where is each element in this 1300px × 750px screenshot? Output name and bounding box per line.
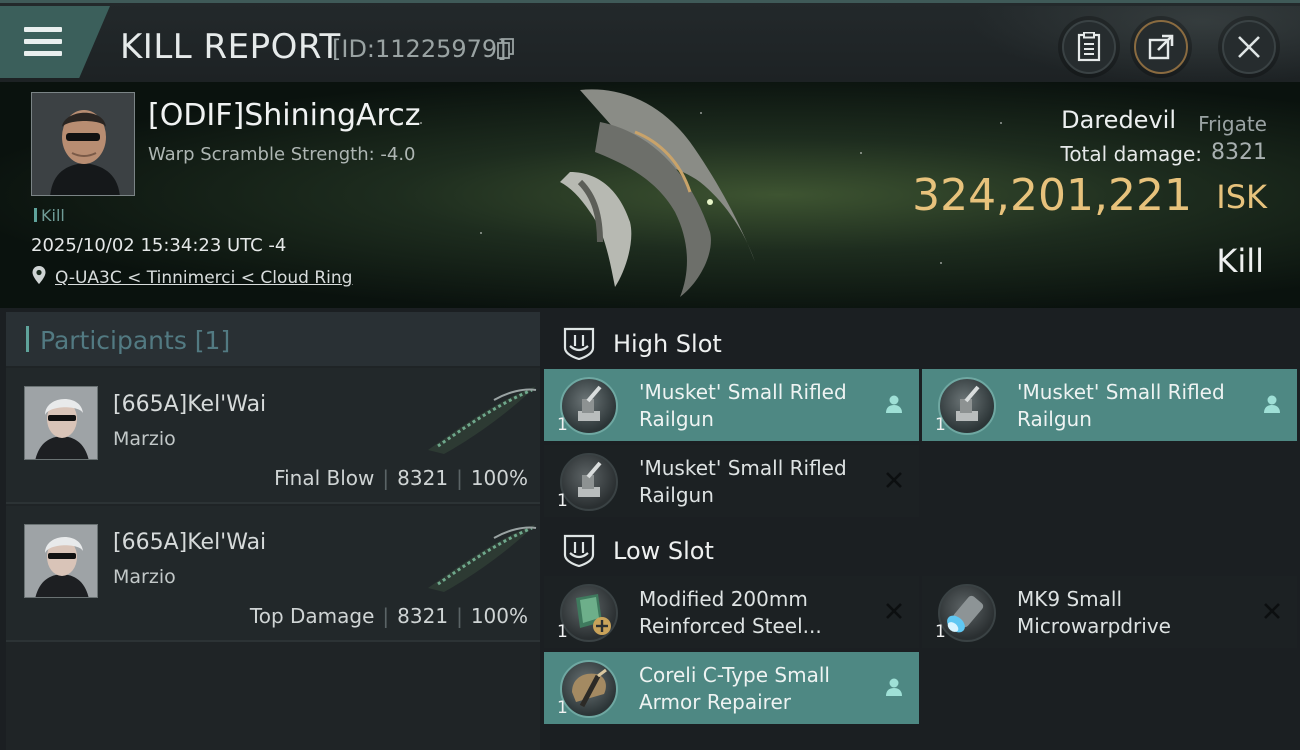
participants-title: Participants [1] (40, 326, 231, 355)
module-name: 'Musket' Small Rifled Railgun (639, 380, 847, 431)
victim-name[interactable]: [ODIF]ShiningArcz (148, 98, 420, 133)
module-item[interactable]: 1 'Musket' Small Rifled Railgun (544, 445, 919, 517)
module-item[interactable]: 1 Coreli C-Type Small Armor Repairer (544, 652, 919, 724)
fitting-panel: High Slot 1 'Musket' Small Rifled Railgu… (544, 312, 1300, 750)
participant-ship-image (428, 386, 537, 454)
module-item[interactable]: 1 'Musket' Small Rifled Railgun (544, 369, 919, 441)
module-name: Modified 200mm Reinforced Steel... (639, 587, 822, 638)
low-slot-label: Low Slot (613, 537, 714, 565)
destroyed-x-icon (886, 472, 902, 488)
header-bar: KILL REPORT [ID:11225979] (0, 0, 1300, 84)
railgun-icon-art (578, 385, 602, 421)
participant-damage: 8321 (397, 466, 449, 490)
railgun-icon-art (956, 385, 980, 421)
participants-panel: Participants [1] [665A]Kel'Wai Marzio Fi… (6, 312, 540, 750)
scroll-fade (544, 730, 1300, 750)
module-name: MK9 Small Microwarpdrive (1017, 587, 1171, 638)
ship-render-image[interactable] (540, 82, 790, 308)
participant-ship-image (428, 524, 537, 592)
isk-value: 324,201,221 (912, 170, 1192, 221)
kill-tag: Kill (34, 206, 65, 225)
victim-ship-class: Frigate (1198, 112, 1267, 136)
share-icon (1148, 34, 1174, 60)
participant-row[interactable]: [665A]Kel'Wai Marzio Top Damage | 8321 | 100… (6, 506, 540, 642)
page-title: KILL REPORT (120, 27, 341, 67)
microwarpdrive-icon-art (947, 595, 984, 633)
participant-name[interactable]: [665A]Kel'Wai (113, 530, 266, 555)
victim-avatar[interactable] (31, 92, 135, 196)
total-damage-value: 8321 (1211, 140, 1267, 165)
participant-portrait-image (25, 525, 97, 597)
total-damage-label: Total damage: (1060, 142, 1203, 166)
participant-row[interactable]: [665A]Kel'Wai Marzio Final Blow | 8321 | 100… (6, 368, 540, 504)
report-id: [ID:11225979] (332, 35, 507, 63)
module-quantity: 1 (557, 415, 568, 435)
close-button[interactable] (1222, 20, 1276, 74)
participant-percent: 100% (470, 604, 528, 628)
destroyed-x-icon (886, 603, 902, 619)
high-slot-header: High Slot (544, 316, 1300, 368)
low-slot-icon (563, 534, 595, 567)
module-name: Coreli C-Type Small Armor Repairer (639, 663, 830, 714)
victim-ship-type[interactable]: Daredevil (1061, 106, 1176, 134)
module-quantity: 1 (557, 622, 568, 642)
railgun-icon (938, 377, 996, 435)
module-item[interactable]: 1 Modified 200mm Reinforced Steel... (544, 576, 919, 648)
isk-unit: ISK (1216, 178, 1267, 216)
clipboard-icon (1077, 32, 1101, 62)
menu-icon[interactable] (24, 25, 64, 59)
armor-plate-icon-art (576, 594, 611, 635)
low-slot-header: Low Slot (544, 523, 1300, 575)
copy-icon[interactable] (497, 38, 515, 60)
dropped-person-icon (886, 395, 902, 413)
close-icon (1238, 36, 1260, 58)
module-name: 'Musket' Small Rifled Railgun (639, 456, 847, 507)
railgun-icon (560, 453, 618, 511)
module-quantity: 1 (557, 698, 568, 718)
module-item[interactable]: 1 'Musket' Small Rifled Railgun (922, 369, 1297, 441)
warp-scramble-strength: Warp Scramble Strength: -4.0 (148, 144, 416, 165)
participant-damage: 8321 (397, 604, 449, 628)
microwarpdrive-icon (938, 584, 996, 642)
module-quantity: 1 (557, 491, 568, 511)
participant-avatar[interactable] (24, 524, 98, 598)
victim-banner: [ODIF]ShiningArcz Warp Scramble Strength… (0, 82, 1300, 308)
module-quantity: 1 (935, 622, 946, 642)
participant-ship: Marzio (113, 566, 176, 588)
location-pin-icon (32, 266, 46, 284)
participant-role: Final Blow (274, 466, 375, 490)
high-slot-icon (563, 327, 595, 360)
report-result: Kill (1216, 242, 1264, 280)
participants-accent-bar (26, 326, 29, 352)
kill-datetime: 2025/10/02 15:34:23 UTC -4 (31, 235, 287, 256)
participant-name[interactable]: [665A]Kel'Wai (113, 392, 266, 417)
destroyed-x-icon (1264, 603, 1280, 619)
participant-portrait-image (25, 387, 97, 459)
victim-portrait-image (32, 93, 134, 195)
share-button[interactable] (1134, 20, 1188, 74)
participant-avatar[interactable] (24, 386, 98, 460)
dropped-person-icon (1264, 395, 1280, 413)
module-quantity: 1 (935, 415, 946, 435)
participant-role: Top Damage (249, 604, 375, 628)
module-name: 'Musket' Small Rifled Railgun (1017, 380, 1225, 431)
participant-ship: Marzio (113, 428, 176, 450)
location-link[interactable]: Q-UA3C < Tinnimerci < Cloud Ring (55, 268, 352, 288)
clipboard-button[interactable] (1062, 20, 1116, 74)
armor-repairer-icon (560, 660, 618, 718)
railgun-icon-art (578, 461, 602, 497)
participant-stats: Final Blow | 8321 | 100% (274, 466, 528, 490)
railgun-icon (560, 377, 618, 435)
armor-repairer-icon-art (572, 668, 607, 708)
participant-stats: Top Damage | 8321 | 100% (249, 604, 528, 628)
module-item[interactable]: 1 MK9 Small Microwarpdrive (922, 576, 1297, 648)
armor-plate-icon (560, 584, 618, 642)
high-slot-label: High Slot (613, 330, 722, 358)
participant-percent: 100% (470, 466, 528, 490)
dropped-person-icon (886, 678, 902, 696)
participants-header: Participants [1] (6, 312, 540, 366)
